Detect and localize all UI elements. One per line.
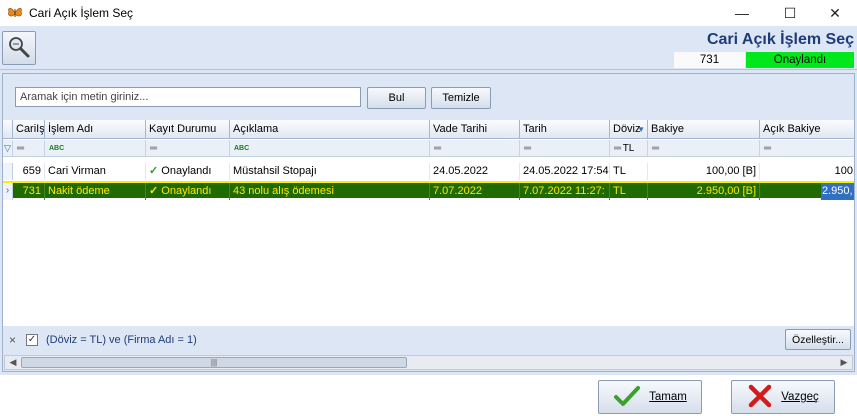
column-header-vade-tarihi[interactable]: Vade Tarihi [430,120,520,139]
table-row-selected[interactable]: › 731 Nakit ödeme ✓ Onaylandı 43 nolu al… [3,181,854,200]
cell-islem-adi: Cari Virman [45,163,146,180]
equals-icon: ═ [652,143,659,154]
column-header-islem-adi[interactable]: İşlem Adı [45,120,146,139]
scroll-left-icon[interactable]: ◀ [5,356,21,369]
ok-label: Tamam [649,391,687,403]
column-header-doviz[interactable]: Döviz ▼ [610,120,648,139]
cell-acik-bakiye-focused[interactable]: 2.950, [821,183,854,200]
cell-vade-tarihi: 24.05.2022 [430,163,520,180]
filter-islem-adi[interactable]: ABC [45,140,146,157]
cell-doviz: TL [610,163,648,180]
column-header-bakiye[interactable]: Bakiye [648,120,760,139]
cell-vade-tarihi: 7.07.2022 [430,183,520,200]
cell-kayit-durumu-text: Onaylandı [161,165,212,177]
scroll-thumb[interactable]: ||| [21,357,407,368]
cell-kayit-durumu: ✓ Onaylandı [146,163,230,180]
cell-bakiye: 2.950,00 [B] [648,183,760,200]
scroll-right-icon[interactable]: ▶ [836,356,852,369]
cell-tarih: 7.07.2022 11:27: [520,183,610,200]
close-icon: ✕ [829,4,841,21]
equals-icon: ═ [764,143,771,154]
find-button[interactable]: Bul [367,87,426,109]
cell-id: 659 [13,163,45,180]
column-header-tarih[interactable]: Tarih [520,120,610,139]
cell-kayit-durumu-text: Onaylandı [161,185,212,197]
horizontal-scrollbar[interactable]: ◀ ||| ▶ [4,355,853,370]
filter-acik-bakiye[interactable]: ═ [760,140,854,157]
filter-bar: × ✓ (Döviz = TL) ve (Firma Adı = 1) [3,329,854,351]
filter-enabled-checkbox[interactable]: ✓ [26,334,38,346]
column-header-kayit-durumu[interactable]: Kayıt Durumu [146,120,230,139]
green-check-icon [613,384,641,411]
column-header-cari-islem[interactable]: CariIşl [13,120,45,139]
header-indicator [3,120,13,139]
filter-doviz-value: TL [622,143,635,154]
close-button[interactable]: ✕ [812,0,857,26]
minimize-button[interactable]: — [719,0,765,26]
filter-expression[interactable]: (Döviz = TL) ve (Firma Adı = 1) [46,334,197,346]
filter-doviz[interactable]: ═ TL [610,140,648,157]
search-input[interactable] [15,87,361,107]
filter-tarih[interactable]: ═ [520,140,610,157]
cell-aciklama: 43 nolu alış ödemesi [230,183,430,200]
column-header-acik-bakiye[interactable]: Açık Bakiye [760,120,854,139]
status-badge: Onaylandı [746,52,854,68]
minimize-icon: — [735,5,749,21]
butterfly-icon [7,5,23,21]
header-title: Cari Açık İşlem Seç [706,31,854,48]
equals-icon: ═ [17,143,24,154]
maximize-icon: ☐ [783,4,797,21]
text-filter-icon: ABC [234,145,250,152]
cell-doviz: TL [610,183,648,200]
clear-filter-icon[interactable]: × [9,333,16,347]
ok-button[interactable]: Tamam [598,380,702,414]
filter-vade-tarihi[interactable]: ═ [430,140,520,157]
cell-acik-bakiye: 100, [760,163,854,180]
filter-bakiye[interactable]: ═ [648,140,760,157]
cell-kayit-durumu: ✓ Onaylandı [146,183,230,200]
row-indicator [3,163,13,180]
title-bar: Cari Açık İşlem Seç — ☐ ✕ [0,0,857,26]
table-row[interactable]: 659 Cari Virman ✓ Onaylandı Müstahsil St… [3,163,854,180]
maximize-button[interactable]: ☐ [767,0,813,26]
row-pointer-icon: › [3,183,13,200]
equals-icon: ═ [524,143,531,154]
check-icon: ✓ [149,165,159,177]
filter-aciklama[interactable]: ABC [230,140,430,157]
tool-button[interactable] [2,31,36,65]
equals-icon: ═ [434,143,441,154]
cancel-button[interactable]: Vazgeç [731,380,835,414]
column-header-aciklama[interactable]: Açıklama [230,120,430,139]
filter-kayit-durumu[interactable]: ═ [146,140,230,157]
cancel-label: Vazgeç [781,391,819,403]
cell-bakiye: 100,00 [B] [648,163,760,180]
record-id: 731 [674,52,745,68]
filter-cari-islem[interactable]: ═ [13,140,45,157]
cell-aciklama: Müstahsil Stopajı [230,163,430,180]
funnel-icon[interactable]: ▼ [637,120,645,139]
window-title: Cari Açık İşlem Seç [29,6,134,20]
red-x-icon [747,383,773,412]
grid-header: CariIşl İşlem Adı Kayıt Durumu Açıklama … [3,120,854,139]
cell-tarih: 24.05.2022 17:54 [520,163,610,180]
text-filter-icon: ABC [49,145,65,152]
cell-id: 731 [13,183,45,200]
equals-icon: ═ [614,143,621,154]
data-grid: CariIşl İşlem Adı Kayıt Durumu Açıklama … [3,120,854,326]
customize-button[interactable]: Özelleştir... [785,329,851,350]
cell-islem-adi: Nakit ödeme [45,183,146,200]
auto-filter-row: ▽ ═ ABC ═ ABC ═ ═ ═ TL ═ ═ [3,140,854,157]
check-icon: ✓ [149,185,159,197]
equals-icon: ═ [150,143,157,154]
clear-button[interactable]: Temizle [431,87,491,109]
magnifier-wrench-icon [7,35,31,62]
filter-row-icon: ▽ [3,140,13,157]
